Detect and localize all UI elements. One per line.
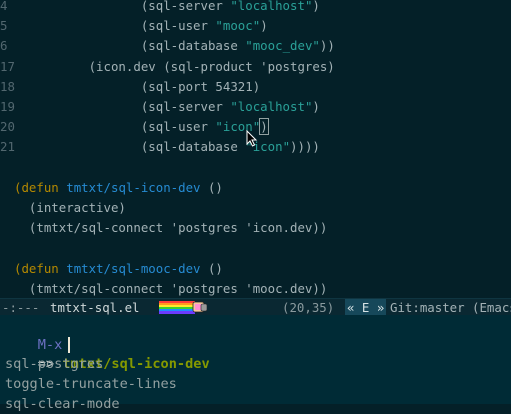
completion-candidate[interactable]: sql-postgres	[5, 354, 103, 374]
code-line[interactable]	[0, 238, 14, 258]
code-line[interactable]	[0, 158, 14, 178]
code-line[interactable]: 19 (sql-server "localhost")	[0, 97, 320, 117]
code-line[interactable]: (defun tmtxt/sql-mooc-dev ()	[0, 259, 223, 279]
code-token: (sql-port 54321)	[14, 78, 261, 94]
code-token: ))))	[290, 139, 320, 155]
code-token: (sql-database	[14, 139, 246, 155]
code-token: tmtxt/sql-icon-dev	[66, 179, 201, 195]
code-token: "mooc"	[215, 18, 261, 34]
minibuffer[interactable]: M-x => tmtxt/sql-icon-dev sql-postgres t…	[0, 315, 511, 412]
code-token: )	[312, 0, 320, 13]
code-token: "localhost"	[230, 0, 313, 13]
code-line[interactable]: 18 (sql-port 54321)	[0, 77, 260, 97]
code-token: ))	[319, 38, 335, 54]
mx-prompt-line[interactable]: M-x	[5, 315, 71, 353]
nyan-cat-icon	[159, 301, 207, 314]
code-line[interactable]: (defun tmtxt/sql-icon-dev ()	[0, 178, 223, 198]
modeline-major-mode: (Emacs	[472, 300, 511, 315]
code-line[interactable]: 4 (sql-server "localhost")	[0, 0, 320, 16]
line-number: 20	[0, 119, 15, 135]
modeline-position: (20,35)	[282, 300, 335, 315]
code-line[interactable]: (interactive)	[0, 198, 126, 218]
editor-pane[interactable]: 4 (sql-server "localhost") 5 (sql-user "m…	[0, 0, 511, 298]
code-line[interactable]: 20 (sql-user "icon")	[0, 117, 269, 137]
code-token: "mooc_dev"	[245, 38, 320, 54]
line-number: 17	[0, 58, 15, 74]
line-number: 18	[0, 78, 15, 94]
code-token: (sql-server	[14, 0, 231, 13]
line-number: 5	[0, 18, 8, 34]
code-line[interactable]: (tmtxt/sql-connect 'postgres 'icon.dev))	[0, 218, 327, 238]
code-token: (sql-user	[14, 18, 216, 34]
code-token: (tmtxt/sql-connect 'postgres 'mooc.dev))	[14, 280, 328, 296]
code-token: (sql-database	[14, 38, 246, 54]
completion-candidate[interactable]: sql-clear-mode	[5, 394, 120, 414]
code-line[interactable]: 6 (sql-database "mooc_dev"))	[0, 36, 335, 56]
code-line[interactable]: 5 (sql-user "mooc")	[0, 16, 268, 36]
line-number: 6	[0, 38, 8, 54]
code-token: ()	[200, 179, 223, 195]
code-token: (tmtxt/sql-connect 'postgres 'icon.dev))	[14, 220, 328, 236]
code-token: (sql-user	[14, 119, 216, 135]
modeline-buffer-name: tmtxt-sql.el	[50, 300, 140, 315]
completion-candidate[interactable]: toggle-truncate-lines	[5, 374, 177, 394]
code-line[interactable]: 21 (sql-database "icon"))))	[0, 137, 320, 157]
code-token: defun	[21, 260, 67, 276]
code-token: )	[312, 99, 320, 114]
mouse-pointer-icon	[246, 130, 258, 147]
line-number: 4	[0, 0, 8, 13]
modeline-evil-state: « E »	[345, 299, 387, 316]
line-number: 21	[0, 139, 15, 155]
code-token: )	[260, 18, 268, 34]
code-token: ()	[200, 260, 223, 276]
completion-selected[interactable]: => tmtxt/sql-icon-dev	[5, 334, 210, 372]
code-token: (sql-server	[14, 99, 231, 114]
code-token: tmtxt/sql-mooc-dev	[66, 260, 201, 276]
code-token: (interactive)	[14, 200, 126, 215]
code-token: )	[259, 118, 269, 136]
code-line[interactable]: 17 (icon.dev (sql-product 'postgres)	[0, 57, 335, 77]
code-token: (icon.dev (sql-product 'postgres)	[14, 58, 335, 74]
modeline-status: -:---	[2, 300, 40, 315]
line-number: 19	[0, 99, 15, 114]
modeline-vc-branch: Git:master	[390, 300, 465, 315]
code-line[interactable]: (tmtxt/sql-connect 'postgres 'mooc.dev))	[0, 279, 327, 298]
mode-line: -:--- tmtxt-sql.el (20,35) « E » Git:mas…	[0, 298, 511, 316]
code-token: defun	[21, 179, 67, 195]
code-token: "localhost"	[230, 99, 313, 114]
